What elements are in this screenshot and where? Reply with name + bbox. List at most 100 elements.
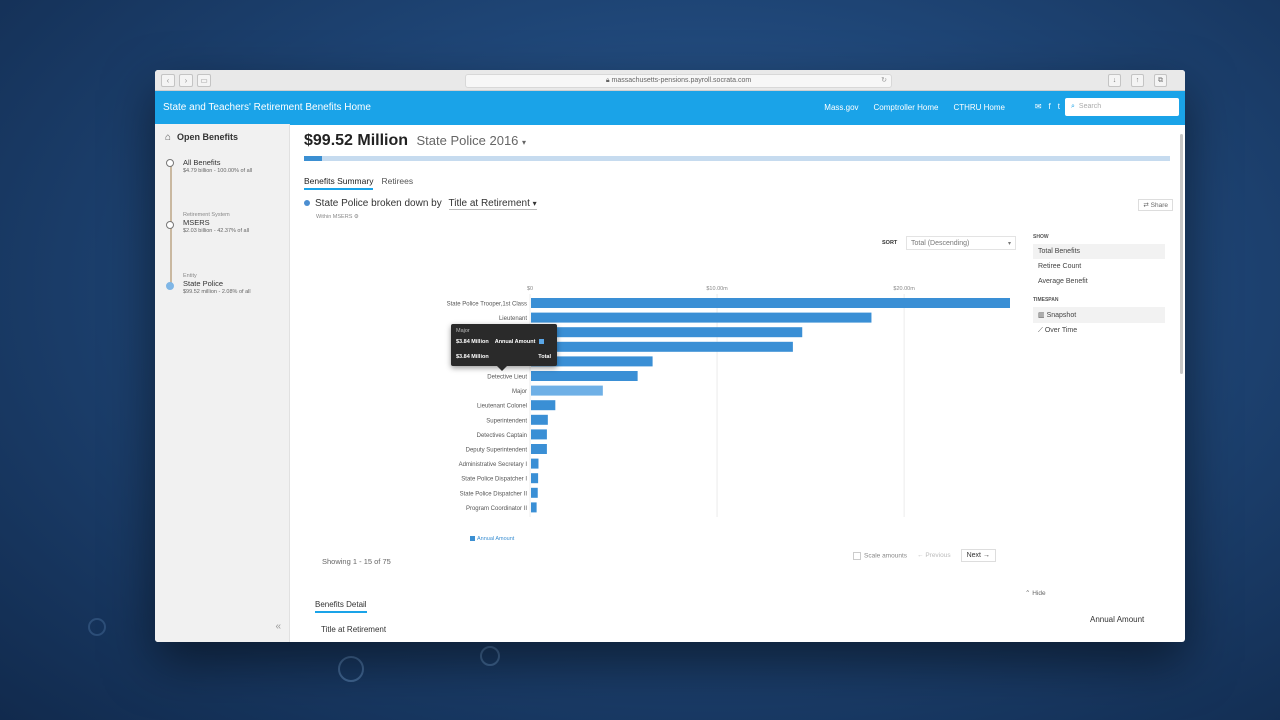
bar[interactable] [531, 444, 547, 454]
bar[interactable] [531, 473, 539, 484]
sort-select[interactable]: Total (Descending) ▾ [906, 236, 1016, 250]
previous-button[interactable]: ← Previous [917, 552, 951, 559]
timespan-snapshot[interactable]: ▥ Snapshot [1033, 307, 1165, 323]
bullet-icon [304, 200, 310, 207]
tooltip-title: Major [456, 328, 470, 334]
category-label: Lieutenant Colonel [477, 404, 527, 410]
show-average-benefit[interactable]: Average Benefit [1033, 274, 1165, 289]
bar[interactable] [531, 298, 1010, 308]
tooltip-row-annual: $3.84 Million Annual Amount [456, 339, 545, 345]
chevron-down-icon: ▾ [532, 199, 537, 208]
bar[interactable] [531, 327, 803, 338]
legend-swatch [539, 339, 545, 345]
sidebar: ⌂ Open Benefits All Benefits $4.79 billio… [155, 124, 290, 642]
search-input[interactable]: ⌕ Search [1065, 98, 1179, 116]
site-title[interactable]: State and Teachers' Retirement Benefits … [163, 102, 371, 113]
chevron-down-icon: ▾ [522, 138, 527, 147]
sidebar-item-all-benefits[interactable]: All Benefits $4.79 billion - 100.00% of … [183, 158, 252, 174]
collapse-sidebar-icon[interactable]: « [275, 621, 281, 632]
bar[interactable] [531, 487, 538, 498]
address-bar[interactable]: 🔒︎ massachusetts-pensions.payroll.socrat… [465, 74, 892, 88]
tab-retirees[interactable]: Retirees [381, 176, 413, 190]
entity-year-selector[interactable]: State Police 2016 ▾ [417, 133, 527, 148]
category-label: Lieutenant [499, 316, 527, 322]
link-mass-gov[interactable]: Mass.gov [824, 103, 858, 112]
tab-benefits-detail[interactable]: Benefits Detail [315, 600, 367, 613]
category-label: Detective Lieut [487, 375, 527, 381]
scrollbar[interactable] [1180, 134, 1183, 374]
timespan-over-time[interactable]: ⟋ Over Time [1033, 323, 1165, 339]
bar[interactable] [531, 414, 548, 425]
chart-legend: Annual Amount [470, 536, 514, 542]
tab-benefits-summary[interactable]: Benefits Summary [304, 176, 374, 190]
link-cthru-home[interactable]: CTHRU Home [953, 103, 1005, 112]
column-header-annual-amount[interactable]: Annual Amount [1090, 615, 1144, 624]
tabs-icon[interactable]: ⧉ [1154, 74, 1167, 87]
total-amount: $99.52 Million [304, 132, 409, 149]
chevron-up-icon: ⌃ [1025, 590, 1031, 597]
pagination-status: Showing 1 - 15 of 75 [322, 557, 391, 566]
bar[interactable] [531, 371, 638, 381]
twitter-icon[interactable]: t [1058, 102, 1060, 111]
bar[interactable] [531, 458, 539, 469]
share-progress-bar [304, 156, 1170, 161]
chart-tooltip: Major $3.84 Million Annual Amount $3.84 M… [451, 324, 557, 371]
forward-icon[interactable]: › [179, 74, 193, 87]
url-text: massachusetts-pensions.payroll.socrata.c… [611, 77, 752, 84]
download-icon[interactable]: ↓ [1108, 74, 1121, 87]
tooltip-row-total-label: Total [538, 354, 551, 360]
sidebar-header[interactable]: ⌂ Open Benefits [165, 132, 238, 143]
site-header: State and Teachers' Retirement Benefits … [155, 91, 1185, 125]
show-label: SHOW [1033, 234, 1049, 240]
gear-icon[interactable]: ⚙ [354, 214, 359, 220]
sort-label: SORT [882, 240, 898, 246]
tooltip-arrow [497, 366, 507, 371]
sidebar-item-state-police[interactable]: Entity State Police $99.52 million - 2.0… [183, 273, 251, 295]
sidebar-node-all-benefits [166, 159, 174, 167]
legend-swatch [470, 536, 475, 542]
decorative-bubble [88, 618, 106, 636]
back-icon[interactable]: ‹ [161, 74, 175, 87]
sidebar-toggle-icon[interactable]: ▭ [197, 74, 211, 87]
share-icon[interactable]: ↑ [1131, 74, 1144, 87]
summary-tabs: Benefits Summary Retirees [304, 176, 413, 190]
bar[interactable] [531, 400, 556, 411]
category-label: Program Coordinator II [466, 506, 527, 512]
column-header-title[interactable]: Title at Retirement [321, 625, 386, 634]
category-label: Major [512, 389, 527, 395]
x-tick-label: $20.00m [893, 286, 915, 292]
sidebar-node-state-police [166, 282, 174, 290]
hide-button[interactable]: ⌃ Hide [1025, 589, 1046, 597]
reload-icon[interactable]: ↻ [881, 75, 887, 87]
link-comptroller-home[interactable]: Comptroller Home [874, 103, 939, 112]
sidebar-item-msers[interactable]: Retirement System MSERS $2.03 billion - … [183, 212, 249, 234]
show-retiree-count[interactable]: Retiree Count [1033, 259, 1165, 274]
scale-amounts-toggle[interactable]: Scale amounts [853, 551, 907, 560]
breakdown-selector[interactable]: Title at Retirement ▾ [448, 198, 537, 210]
next-button[interactable]: Next → [960, 549, 996, 562]
category-label: State Police Trooper,1st Class [447, 302, 527, 308]
share-arrow-icon: ⇄ [1143, 202, 1149, 209]
bar[interactable] [531, 385, 603, 396]
pagination: Scale amounts ← Previous Next → [853, 549, 996, 562]
category-label: Deputy Superintendent [466, 448, 528, 454]
bar[interactable] [531, 312, 872, 323]
decorative-bubble [338, 656, 364, 682]
chart-subtitle: Within MSERS ⚙ [316, 214, 359, 220]
share-progress-fill [304, 156, 322, 161]
line-chart-icon: ⟋ [1038, 327, 1043, 334]
category-label: State Police Dispatcher II [460, 491, 528, 497]
show-total-benefits[interactable]: Total Benefits [1033, 244, 1165, 259]
category-label: Administrative Secretary I [459, 462, 528, 468]
bar[interactable] [531, 502, 537, 513]
bar[interactable] [531, 341, 793, 352]
bar-chart: $0 $10.00m $20.00m State Police Trooper,1st… [447, 286, 1010, 517]
sidebar-node-msers [166, 221, 174, 229]
mail-icon[interactable]: ✉ [1035, 102, 1042, 111]
bar[interactable] [531, 429, 547, 440]
x-tick-label: $0 [527, 286, 533, 292]
share-button[interactable]: ⇄ Share [1138, 199, 1173, 211]
facebook-icon[interactable]: f [1049, 102, 1051, 111]
checkbox[interactable] [853, 551, 861, 560]
timespan-label: TIMESPAN [1033, 297, 1059, 303]
